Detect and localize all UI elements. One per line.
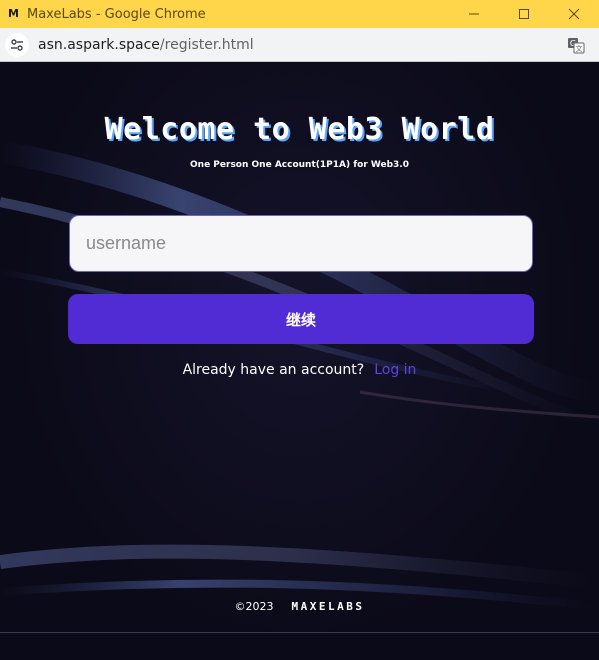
translate-icon[interactable]: G 文 (567, 36, 585, 54)
minimize-button[interactable] (449, 0, 499, 28)
close-icon (568, 8, 580, 20)
maxelabs-logo: MAXELABS (291, 600, 365, 613)
close-button[interactable] (549, 0, 599, 28)
url-text[interactable]: asn.aspark.space/register.html (38, 37, 254, 53)
login-link[interactable]: Log in (374, 362, 416, 378)
window-title: MaxeLabs - Google Chrome (27, 6, 206, 22)
page-subtitle: One Person One Account(1P1A) for Web3.0 (190, 160, 409, 170)
minimize-icon (469, 13, 479, 15)
background-waves (0, 141, 599, 611)
svg-text:文: 文 (576, 44, 583, 53)
username-input[interactable] (69, 215, 533, 272)
login-prompt-row: Already have an account? Log in (0, 362, 599, 378)
maxelabs-app-icon: M (8, 7, 19, 20)
address-bar[interactable]: asn.aspark.space/register.html G 文 (0, 28, 599, 62)
maximize-button[interactable] (499, 0, 549, 28)
maximize-icon (519, 9, 529, 19)
window-titlebar: M MaxeLabs - Google Chrome (0, 0, 599, 28)
continue-button[interactable]: 继续 (68, 294, 534, 344)
footer: ©2023 MAXELABS (0, 600, 599, 613)
copyright-text: ©2023 (234, 600, 274, 613)
window-controls (449, 0, 599, 28)
url-path: /register.html (159, 36, 254, 53)
page-title: Welcome to Web3 World (104, 112, 495, 147)
login-prompt-text: Already have an account? (182, 362, 365, 378)
footer-divider (0, 632, 599, 633)
site-settings-icon (11, 38, 23, 51)
url-host: asn.aspark.space (38, 36, 160, 53)
register-page: Welcome to Web3 World One Person One Acc… (0, 62, 599, 660)
site-info-button[interactable] (5, 32, 29, 57)
